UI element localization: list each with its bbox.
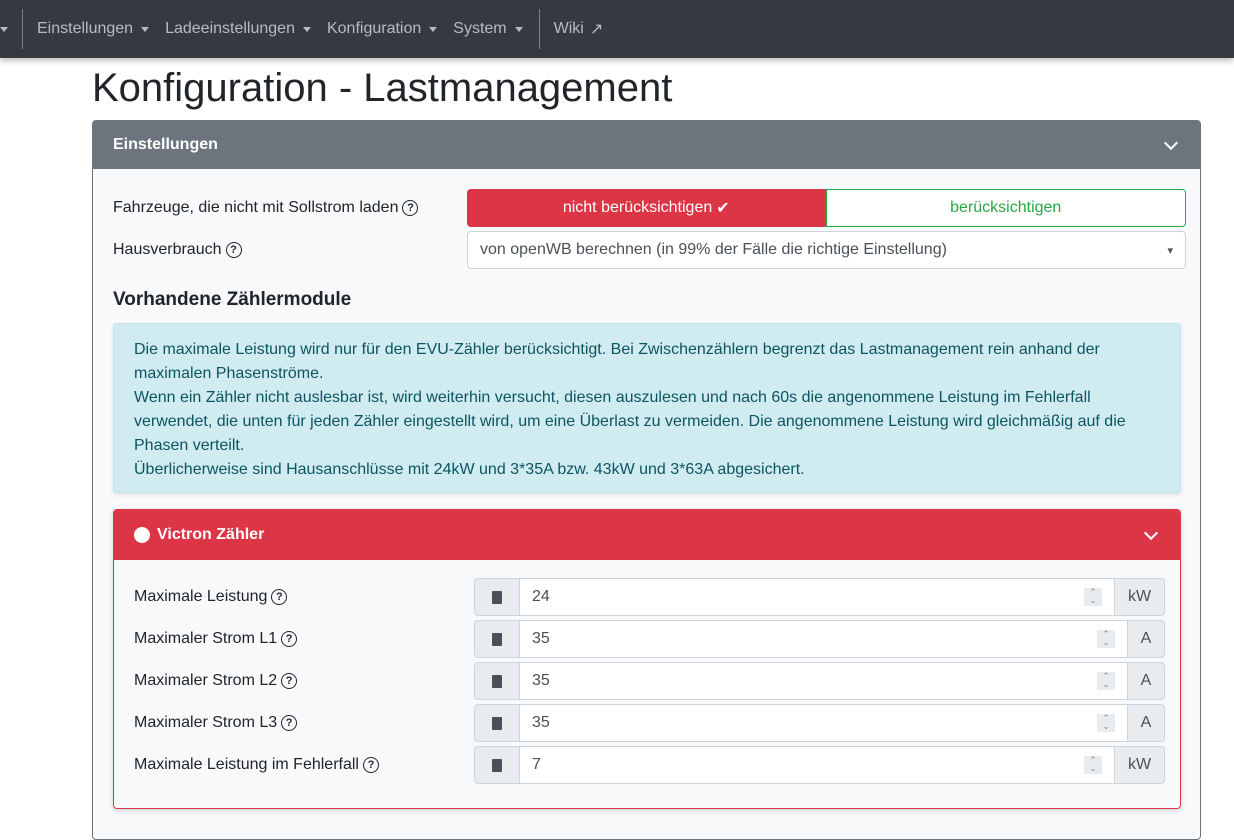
section-heading: Vorhandene Zählermodule (113, 289, 352, 310)
input-value: 24 (532, 588, 550, 605)
meter-card-header[interactable]: Victron Zähler (114, 510, 1180, 560)
calculator-icon (474, 662, 520, 700)
nav-ladeeinstellungen[interactable]: Ladeeinstellungen (165, 20, 311, 38)
info-alert: Die maximale Leistung wird nur für den E… (113, 323, 1181, 493)
gauge-icon (134, 527, 150, 543)
field-label: Maximaler Strom L1 (134, 630, 278, 647)
help-icon[interactable]: ? (281, 715, 298, 731)
meter-title: Victron Zähler (157, 526, 265, 543)
toggle-off-button[interactable]: nicht berücksichtigen ✔ (467, 189, 826, 227)
help-icon[interactable]: ? (281, 673, 298, 689)
field-label-row: Maximaler Strom L1? (134, 620, 298, 658)
field-label-row: Maximaler Strom L2? (134, 662, 298, 700)
vehicles-toggle: nicht berücksichtigen ✔ berücksichtigen (467, 189, 1186, 227)
caret-icon[interactable] (0, 26, 8, 32)
divider (538, 9, 540, 49)
help-icon[interactable]: ? (362, 757, 379, 773)
number-input[interactable]: 35 ⌃ ⌄ (520, 620, 1128, 658)
spinner-icon[interactable]: ⌃ ⌄ (1084, 756, 1102, 774)
nav-label: Konfiguration (326, 20, 422, 37)
toggle-on-button[interactable]: berücksichtigen (825, 189, 1186, 227)
field-label: Maximaler Strom L2 (134, 672, 278, 689)
field-label: Maximale Leistung (134, 588, 268, 605)
help-icon[interactable]: ? (271, 589, 288, 605)
alert-text: Die maximale Leistung wird nur für den E… (134, 341, 1100, 382)
number-input-group: 35 ⌃ ⌄ A (474, 620, 1165, 658)
number-input[interactable]: 7 ⌃ ⌄ (520, 746, 1115, 784)
input-value: 35 (532, 714, 550, 731)
number-input-group: 24 ⌃ ⌄ kW (474, 578, 1165, 616)
number-input-group: 35 ⌃ ⌄ A (474, 662, 1165, 700)
field-label: Maximaler Strom L3 (134, 714, 278, 731)
help-icon[interactable]: ? (402, 200, 419, 216)
chevron-down-icon: ▾ (1167, 244, 1173, 257)
caret-icon (141, 26, 150, 32)
chevron-down-icon (1143, 525, 1159, 540)
nav-label: Wiki (553, 20, 584, 37)
nav-wiki[interactable]: Wiki ↗ (554, 19, 604, 39)
check-icon: ✔ (716, 200, 730, 217)
nav-system[interactable]: System (453, 20, 523, 38)
toggle-label: nicht berücksichtigen (562, 199, 713, 216)
field-label: Maximale Leistung im Fehlerfall (134, 756, 359, 773)
vehicles-label: Fahrzeuge, die nicht mit Sollstrom laden (113, 199, 399, 216)
unit-label: A (1128, 662, 1165, 700)
alert-text: Überlicherweise sind Hausanschlüsse mit … (134, 461, 805, 478)
unit-label: A (1128, 620, 1165, 658)
caret-icon (429, 26, 438, 32)
number-input-group: 35 ⌃ ⌄ A (474, 704, 1165, 742)
nav-label: Ladeeinstellungen (165, 20, 295, 37)
meter-card: Victron Zähler Maximale Leistung? 24 ⌃ ⌄ k… (113, 509, 1181, 809)
nav-label: System (453, 20, 507, 37)
calculator-icon (474, 578, 520, 616)
nav-einstellungen[interactable]: Einstellungen (37, 20, 150, 38)
select-value: von openWB berechnen (in 99% der Fälle d… (480, 241, 947, 258)
field-label-row: Maximaler Strom L3? (134, 704, 298, 742)
nav-konfiguration[interactable]: Konfiguration (326, 20, 438, 38)
house-label: Hausverbrauch (113, 241, 222, 258)
page-title: Konfiguration - Lastmanagement (92, 66, 673, 110)
calculator-icon (474, 704, 520, 742)
input-value: 7 (532, 756, 541, 773)
number-input-group: 7 ⌃ ⌄ kW (474, 746, 1165, 784)
unit-label: kW (1115, 746, 1165, 784)
alert-text: Wenn ein Zähler nicht auslesbar ist, wir… (134, 389, 1126, 454)
nav-label: Einstellungen (37, 20, 134, 37)
number-input[interactable]: 35 ⌃ ⌄ (520, 662, 1128, 700)
number-input[interactable]: 35 ⌃ ⌄ (520, 704, 1128, 742)
spinner-icon[interactable]: ⌃ ⌄ (1084, 588, 1102, 606)
calculator-icon (474, 746, 520, 784)
navbar: Einstellungen Ladeeinstellungen Konfigur… (0, 0, 1234, 58)
input-value: 35 (532, 672, 550, 689)
external-link-icon: ↗ (589, 21, 604, 38)
field-label-row: Maximale Leistung im Fehlerfall? (134, 746, 379, 784)
house-select[interactable]: von openWB berechnen (in 99% der Fälle d… (467, 231, 1186, 269)
caret-icon (302, 26, 311, 32)
help-icon[interactable]: ? (225, 242, 242, 258)
help-icon[interactable]: ? (281, 631, 298, 647)
number-input[interactable]: 24 ⌃ ⌄ (520, 578, 1115, 616)
chevron-down-icon (1163, 135, 1179, 150)
settings-card: Einstellungen Fahrzeuge, die nicht mit S… (92, 120, 1201, 840)
field-label-row: Maximale Leistung? (134, 578, 288, 616)
caret-icon (514, 26, 523, 32)
input-value: 35 (532, 630, 550, 647)
unit-label: A (1128, 704, 1165, 742)
spinner-icon[interactable]: ⌃ ⌄ (1097, 672, 1115, 690)
spinner-icon[interactable]: ⌃ ⌄ (1097, 714, 1115, 732)
unit-label: kW (1115, 578, 1165, 616)
spinner-icon[interactable]: ⌃ ⌄ (1097, 630, 1115, 648)
card-title: Einstellungen (113, 136, 218, 153)
divider (22, 9, 23, 49)
settings-card-header[interactable]: Einstellungen (93, 121, 1200, 169)
calculator-icon (474, 620, 520, 658)
